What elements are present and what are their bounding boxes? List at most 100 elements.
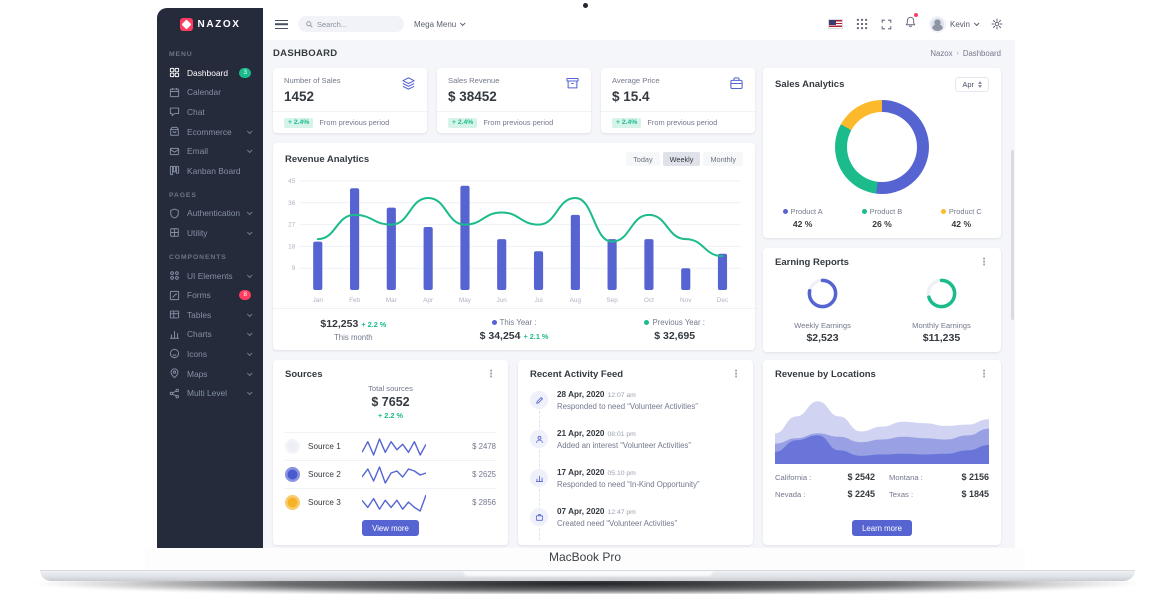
tab-today[interactable]: Today [626,152,659,166]
chevron-down-icon [247,370,253,376]
sidebar-item-utility[interactable]: Utility [157,223,263,243]
hamburger-menu-icon[interactable] [275,20,288,29]
bell-icon [905,16,916,28]
macbook-mockup: NAZOX Mega Menu [0,0,1175,594]
source-row-3[interactable]: Source 3 $ 2856 [285,488,496,516]
sidebar-item-multi-level[interactable]: Multi Level [157,383,263,403]
kebab-menu-icon[interactable]: ⋮ [979,258,989,268]
user-name: Kevin [950,20,970,29]
mega-menu-button[interactable]: Mega Menu [414,20,464,29]
dashboard-app: NAZOX Mega Menu [157,8,1015,548]
kebab-menu-icon[interactable]: ⋮ [486,370,496,380]
user-menu[interactable]: Kevin [929,16,978,33]
source-2-sparkline [362,465,426,485]
laptop-shadow [0,579,1175,594]
revenue-by-locations-card: Revenue by Locations ⋮ California :$ 254… [763,360,1001,545]
activity-item: 17 Apr, 202005:10 pm Responded to need “… [530,468,743,493]
svg-text:Feb: Feb [349,297,361,304]
sidebar-item-ecommerce[interactable]: Ecommerce [157,122,263,142]
legend-product-b: Product B 26 % [842,207,921,229]
sidebar-item-tables[interactable]: Tables [157,305,263,325]
series-dot-previous-year [644,320,649,325]
language-flag-icon[interactable] [828,19,843,29]
settings-gear-icon[interactable] [991,18,1003,30]
activity-item: 21 Apr, 202008:01 pm Added an interest “… [530,429,743,454]
map-pin-icon [169,368,180,379]
delta-badge: + 2.4% [448,118,477,128]
svg-text:Nov: Nov [680,297,692,304]
total-sources: Total sources $ 7652 + 2.2 % [285,384,496,420]
legend-product-a: Product A 42 % [763,207,842,229]
page-scrollbar[interactable] [1011,150,1014,320]
monthly-earnings: Monthly Earnings $11,235 [882,276,1001,344]
breadcrumb: Nazox › Dashboard [930,49,1001,58]
top-navbar: NAZOX Mega Menu [157,8,1015,40]
brand-logo-icon [180,18,193,31]
fullscreen-icon[interactable] [881,19,892,30]
view-more-button[interactable]: View more [362,520,419,536]
icons-icon [169,348,180,359]
dashboard-badge: 3 [239,68,251,78]
sidebar-item-charts[interactable]: Charts [157,325,263,345]
chevron-down-icon [974,20,980,26]
source-row-2[interactable]: Source 2 $ 2625 [285,460,496,488]
ecommerce-icon [169,126,180,137]
sales-donut-chart [835,100,929,194]
svg-text:9: 9 [292,265,296,272]
sidebar-item-kanban-board[interactable]: Kanban Board [157,161,263,181]
search-box[interactable] [298,16,404,32]
period-tabs: Today Weekly Monthly [626,152,743,166]
chevron-down-icon [247,331,253,337]
activity-item: 28 Apr, 202012:07 am Responded to need “… [530,390,743,415]
breadcrumb-root[interactable]: Nazox [930,49,952,58]
sidebar-section-components: COMPONENTS [157,243,263,266]
calendar-icon [169,87,180,98]
tab-monthly[interactable]: Monthly [703,152,743,166]
sidebar-item-forms[interactable]: Forms 8 [157,285,263,305]
chat-icon [169,106,180,117]
chevron-down-icon [247,128,253,134]
breadcrumb-current: Dashboard [963,49,1001,58]
sidebar-section-menu: MENU [157,40,263,63]
sidebar-item-authentication[interactable]: Authentication [157,204,263,224]
sidebar-item-icons[interactable]: Icons [157,344,263,364]
notifications-bell[interactable] [905,15,916,33]
svg-text:Jun: Jun [497,297,508,304]
device-label: MacBook Pro [145,548,1025,566]
apps-grid-icon[interactable] [856,18,868,30]
notification-dot [914,13,918,17]
brand-name: NAZOX [198,19,241,30]
kebab-menu-icon[interactable]: ⋮ [979,370,989,380]
previous-year-stat: Previous Year : $ 32,695 [594,318,755,342]
sources-list: Source 1 $ 2478 Source 2 $ 2625 Source 3 [285,432,496,516]
month-select[interactable]: Apr [955,77,989,92]
learn-more-button[interactable]: Learn more [852,520,912,536]
monthly-earnings-radial [882,276,1001,316]
locations-stats: California :$ 2542 Montana :$ 2156 Nevad… [775,472,989,499]
brand-logo[interactable]: NAZOX [157,8,263,40]
legend-dot [862,209,867,214]
sidebar-item-dashboard[interactable]: Dashboard 3 [157,63,263,83]
sidebar-item-ui-elements[interactable]: UI Elements [157,266,263,286]
source-3-icon [285,495,300,510]
sidebar-item-chat[interactable]: Chat [157,102,263,122]
search-input[interactable] [317,20,387,29]
laptop-chin: MacBook Pro [145,548,1025,570]
kanban-icon [169,165,180,176]
tables-icon [169,309,180,320]
sidebar-item-email[interactable]: Email [157,141,263,161]
sidebar-item-calendar[interactable]: Calendar [157,83,263,103]
sidebar-section-pages: PAGES [157,181,263,204]
series-dot-this-year [492,320,497,325]
kebab-menu-icon[interactable]: ⋮ [731,370,741,380]
stat-card-number-of-sales: Number of Sales 1452 + 2.4% From previou… [273,68,427,133]
source-row-1[interactable]: Source 1 $ 2478 [285,432,496,460]
sidebar-item-maps[interactable]: Maps [157,364,263,384]
avatar [929,16,946,33]
svg-text:36: 36 [288,200,296,207]
stat-card-sales-revenue: Sales Revenue $ 38452 + 2.4% From previo… [437,68,591,133]
bar-chart-icon [530,469,548,487]
legend-dot [941,209,946,214]
legend-dot [783,209,788,214]
tab-weekly[interactable]: Weekly [663,152,701,166]
